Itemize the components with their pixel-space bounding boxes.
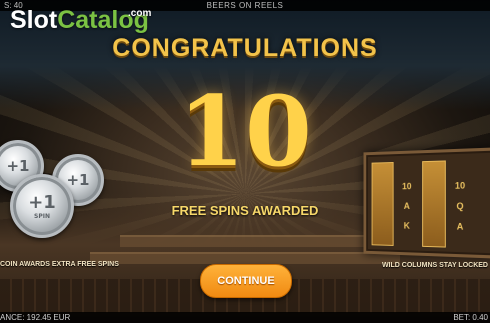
coin-face: +1 SPIN [13, 177, 71, 235]
coin-icon: +1 SPIN [10, 174, 74, 238]
coin-caption: COIN AWARDS EXTRA FREE SPINS [0, 261, 119, 268]
watermark-slot: Slot [10, 6, 58, 34]
reel-column: 10 Q A [454, 180, 466, 232]
coin-stack: +1 +1 +1 SPIN [0, 140, 112, 245]
bench-table [120, 235, 370, 247]
bet-display: BET: 0.40 [453, 313, 488, 322]
congratulations-heading: CONGRATULATIONS [112, 34, 378, 62]
slotcatalog-watermark: SlotCatalog .com [10, 6, 152, 35]
wild-column [371, 162, 394, 246]
bottom-bar: ANCE: 192.45 EUR BET: 0.40 [0, 312, 490, 323]
coin-text: +1 [28, 192, 56, 213]
balance-display: ANCE: 192.45 EUR [0, 313, 71, 322]
coin-spin-text: SPIN [34, 213, 50, 220]
bench-table [90, 252, 400, 264]
reel-column: 10 A K [402, 181, 412, 231]
wild-column [422, 160, 446, 248]
continue-button[interactable]: CONTINUE [200, 264, 292, 298]
wild-caption: WILD COLUMNS STAY LOCKED [381, 262, 488, 269]
game-screen: S: 40 BEERS ON REELS SlotCatalog .com CO… [0, 0, 490, 323]
watermark-com: .com [128, 8, 152, 19]
mini-reels-illustration: 10 A K 10 Q A [363, 147, 490, 259]
